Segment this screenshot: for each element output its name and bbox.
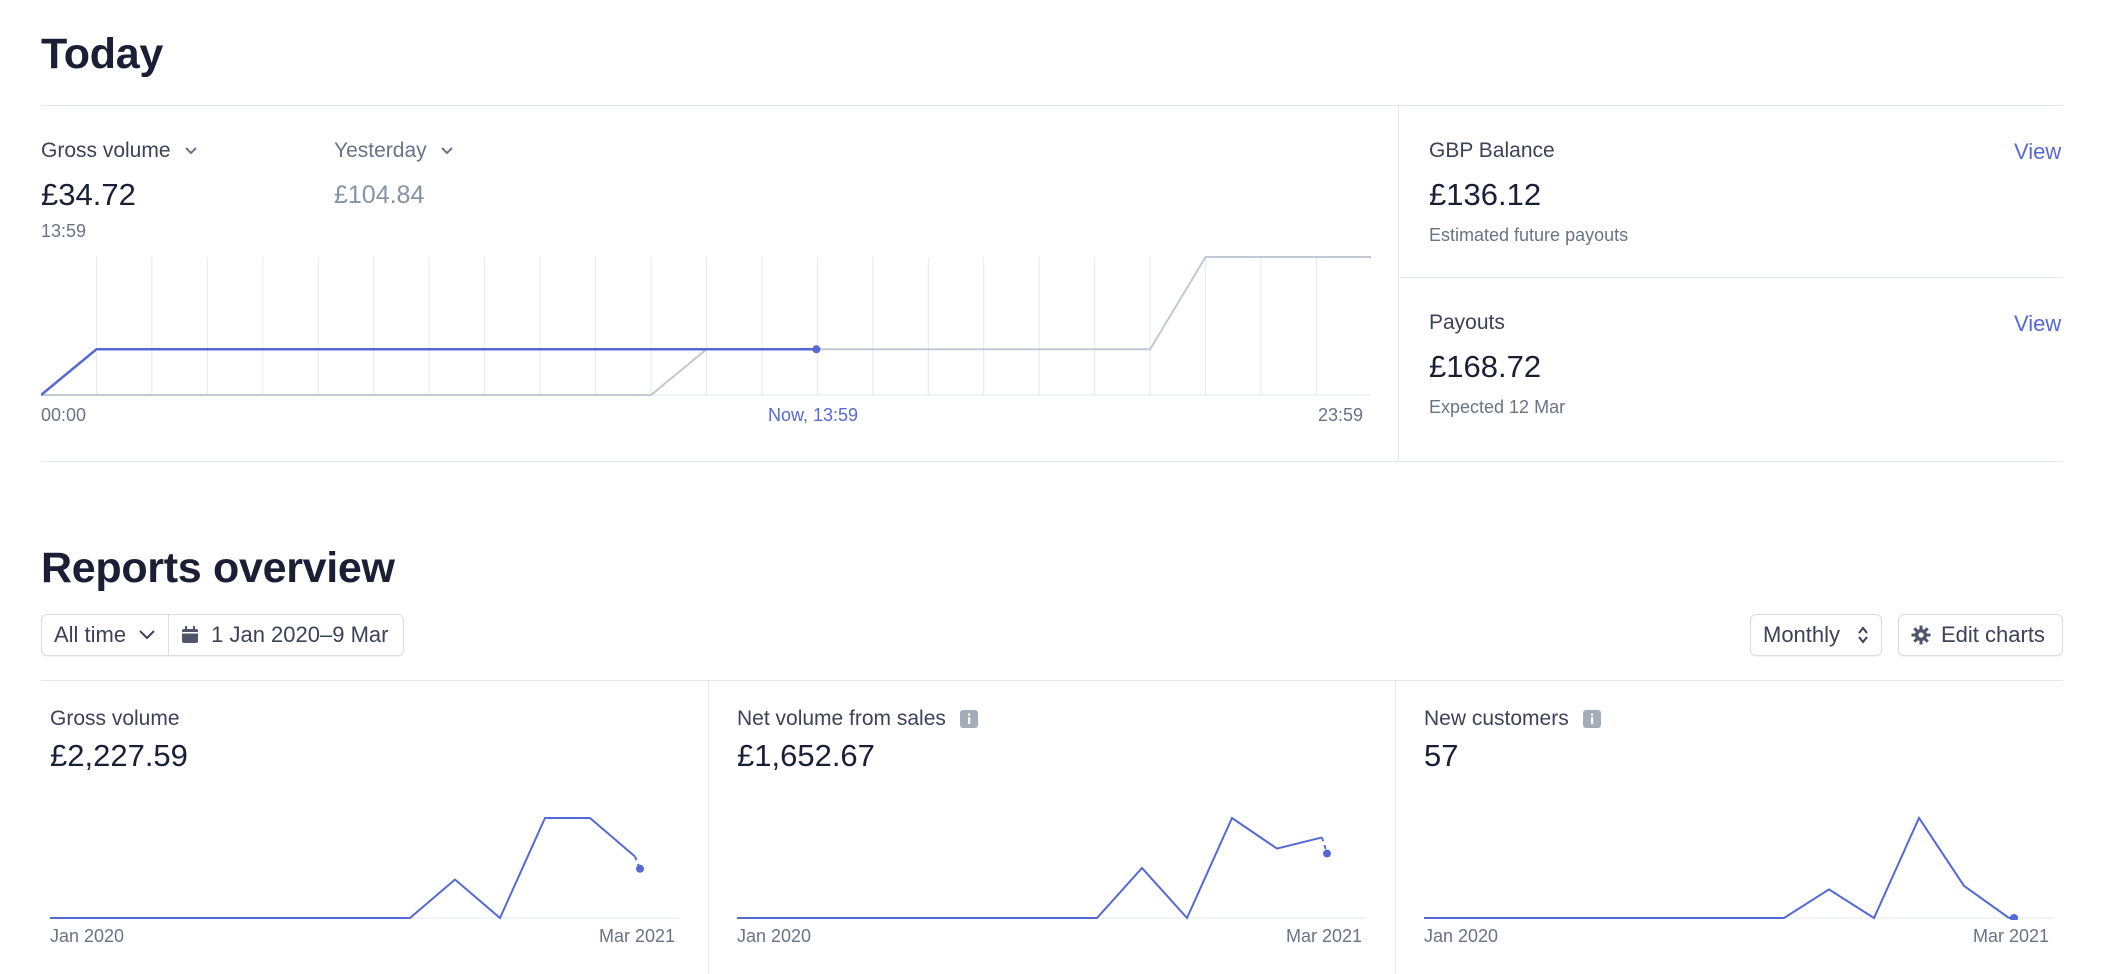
interval-label: Monthly [1763,622,1841,647]
report-card-value: £2,227.59 [50,738,188,773]
section-title-reports: Reports overview [41,544,395,592]
gross-volume-time: 13:59 [41,221,87,241]
series-line [1424,815,2010,920]
date-range-field[interactable]: 1 Jan 2020–9 Mar [169,622,400,648]
divider [41,461,2063,462]
calendar-icon [182,626,199,643]
chevron-down-icon [185,147,198,155]
x-axis-end-label: Mar 2021 [1286,926,1363,946]
range-preset-label: All time [54,622,127,647]
payouts-label: Payouts [1429,311,1505,334]
comparison-selector[interactable]: Yesterday [334,139,454,163]
x-axis-end-label: 23:59 [1318,405,1364,425]
projected-point [2010,914,2018,920]
report-card-label-wrap: Net volume from sales [737,707,978,731]
x-axis-start-label: Jan 2020 [50,926,125,946]
divider [41,105,2063,106]
today-volume-chart [41,256,1371,396]
now-point [812,345,821,354]
balance-view-link[interactable]: View [2014,139,2061,165]
gross-volume-selector[interactable]: Gross volume [41,139,198,163]
report-card-value: 57 [1424,738,1459,773]
report-card-value: £1,652.67 [737,738,875,773]
card-divider [1395,680,1396,974]
gear-icon [1911,625,1931,645]
net-volume-sparkline [737,816,1367,920]
date-range-label: 1 Jan 2020–9 Mar [211,622,389,647]
interval-select[interactable]: Monthly [1750,614,1882,656]
x-axis-start-label: Jan 2020 [737,926,812,946]
edit-charts-button[interactable]: Edit charts [1898,614,2063,656]
x-axis-start-label: 00:00 [41,405,87,425]
divider [41,680,2063,681]
report-card-label: Net volume from sales [737,707,946,730]
payouts-value: £168.72 [1429,349,1542,384]
gbp-balance-value: £136.12 [1429,177,1542,212]
gross-volume-sparkline [50,817,680,920]
sort-arrows-icon [1858,626,1868,644]
x-axis-now-label: Now, 13:59 [768,405,859,425]
new-customers-sparkline [1424,815,2054,920]
divider [1400,277,2063,278]
date-range-picker[interactable]: All time 1 Jan 2020–9 Mar [41,614,404,656]
info-icon[interactable] [959,710,978,729]
x-axis-end-label: Mar 2021 [1973,926,2050,946]
edit-charts-label: Edit charts [1941,622,2045,647]
x-axis-end-label: Mar 2021 [599,926,676,946]
gbp-balance-label: GBP Balance [1429,139,1555,162]
gbp-balance-caption: Estimated future payouts [1429,225,1629,245]
payouts-view-link[interactable]: View [2014,311,2061,337]
chevron-down-icon [441,147,454,155]
report-card-label-wrap: New customers [1424,707,1601,731]
column-divider [1398,105,1399,462]
yesterday-label: Yesterday [334,139,427,162]
report-card-label: Gross volume [50,707,180,730]
series-line [50,817,636,920]
report-card-label: New customers [1424,707,1569,730]
series-line [737,816,1323,920]
x-axis-start-label: Jan 2020 [1424,926,1499,946]
yesterday-value: £104.84 [334,181,425,209]
range-preset-select[interactable]: All time [42,615,170,655]
info-icon[interactable] [1582,710,1601,729]
projected-point [636,864,644,873]
chevron-down-icon [139,630,155,640]
gross-volume-label: Gross volume [41,139,171,162]
page-title-today: Today [41,30,163,78]
gross-volume-value: £34.72 [41,177,136,212]
projected-point [1323,849,1331,858]
payouts-caption: Expected 12 Mar [1429,397,1566,417]
card-divider [708,680,709,974]
